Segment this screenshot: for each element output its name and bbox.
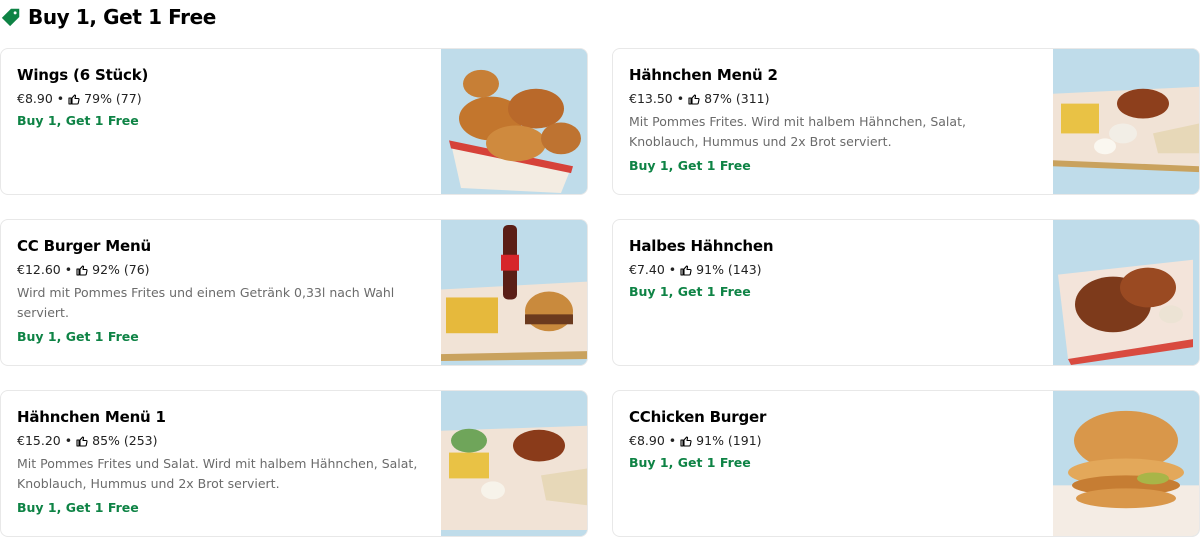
item-description: Mit Pommes Frites und Salat. Wird mit ha… [17,456,418,491]
promo-label: Buy 1, Get 1 Free [17,113,139,128]
item-price: €15.20 [17,433,61,448]
item-price: €7.40 [629,262,665,277]
item-price: €8.90 [17,91,53,106]
item-rating: 91% (143) [696,262,762,277]
menu-item-card[interactable]: Hähnchen Menü 2 €13.50 • 87% (311) Mit P… [612,48,1200,195]
menu-item-card[interactable]: Wings (6 Stück) €8.90 • 79% (77) Buy 1, … [0,48,588,195]
item-meta: €8.90 • 91% (191) [629,432,1037,449]
item-meta: €8.90 • 79% (77) [17,90,425,107]
item-name: CChicken Burger [629,408,767,426]
item-rating: 85% (253) [92,433,158,448]
thumbs-up-icon [680,264,692,276]
burger-menu-photo [441,220,587,365]
section-title: Buy 1, Get 1 Free [28,5,216,29]
chicken-menu-photo [1053,49,1199,194]
thumbs-up-icon [680,435,692,447]
separator: • [64,262,73,277]
item-meta: €15.20 • 85% (253) [17,432,425,449]
chicken-menu-photo [441,391,587,536]
separator: • [64,433,73,448]
thumbs-up-icon [68,93,80,105]
thumbs-up-icon [76,435,88,447]
item-price: €8.90 [629,433,665,448]
item-rating: 87% (311) [704,91,770,106]
chicken-wings-photo [441,49,587,194]
item-name: Hähnchen Menü 2 [629,66,778,84]
promo-label: Buy 1, Get 1 Free [629,284,751,299]
thumbs-up-icon [76,264,88,276]
promo-label: Buy 1, Get 1 Free [17,500,139,515]
separator: • [676,91,685,106]
item-name: Hähnchen Menü 1 [17,408,166,426]
item-price: €12.60 [17,262,61,277]
item-meta: €7.40 • 91% (143) [629,261,1037,278]
half-chicken-photo [1053,220,1199,365]
item-rating: 92% (76) [92,262,150,277]
item-rating: 79% (77) [84,91,142,106]
item-rating: 91% (191) [696,433,762,448]
menu-item-grid: Wings (6 Stück) €8.90 • 79% (77) Buy 1, … [0,48,1200,537]
item-meta: €12.60 • 92% (76) [17,261,425,278]
item-price: €13.50 [629,91,673,106]
promo-label: Buy 1, Get 1 Free [629,158,751,173]
menu-item-card[interactable]: Hähnchen Menü 1 €15.20 • 85% (253) Mit P… [0,390,588,537]
thumbs-up-icon [688,93,700,105]
item-description: Wird mit Pommes Frites und einem Getränk… [17,285,395,320]
menu-item-card[interactable]: Halbes Hähnchen €7.40 • 91% (143) Buy 1,… [612,219,1200,366]
item-name: CC Burger Menü [17,237,151,255]
promo-label: Buy 1, Get 1 Free [629,455,751,470]
item-meta: €13.50 • 87% (311) [629,90,1037,107]
item-name: Wings (6 Stück) [17,66,149,84]
tag-icon [1,8,20,27]
menu-item-card[interactable]: CC Burger Menü €12.60 • 92% (76) Wird mi… [0,219,588,366]
item-description: Mit Pommes Frites. Wird mit halbem Hähnc… [629,114,966,149]
section-header: Buy 1, Get 1 Free [0,0,216,34]
promo-label: Buy 1, Get 1 Free [17,329,139,344]
separator: • [56,91,65,106]
item-name: Halbes Hähnchen [629,237,774,255]
menu-item-card[interactable]: CChicken Burger €8.90 • 91% (191) Buy 1,… [612,390,1200,537]
separator: • [668,262,677,277]
chicken-burger-photo [1053,391,1199,536]
separator: • [668,433,677,448]
